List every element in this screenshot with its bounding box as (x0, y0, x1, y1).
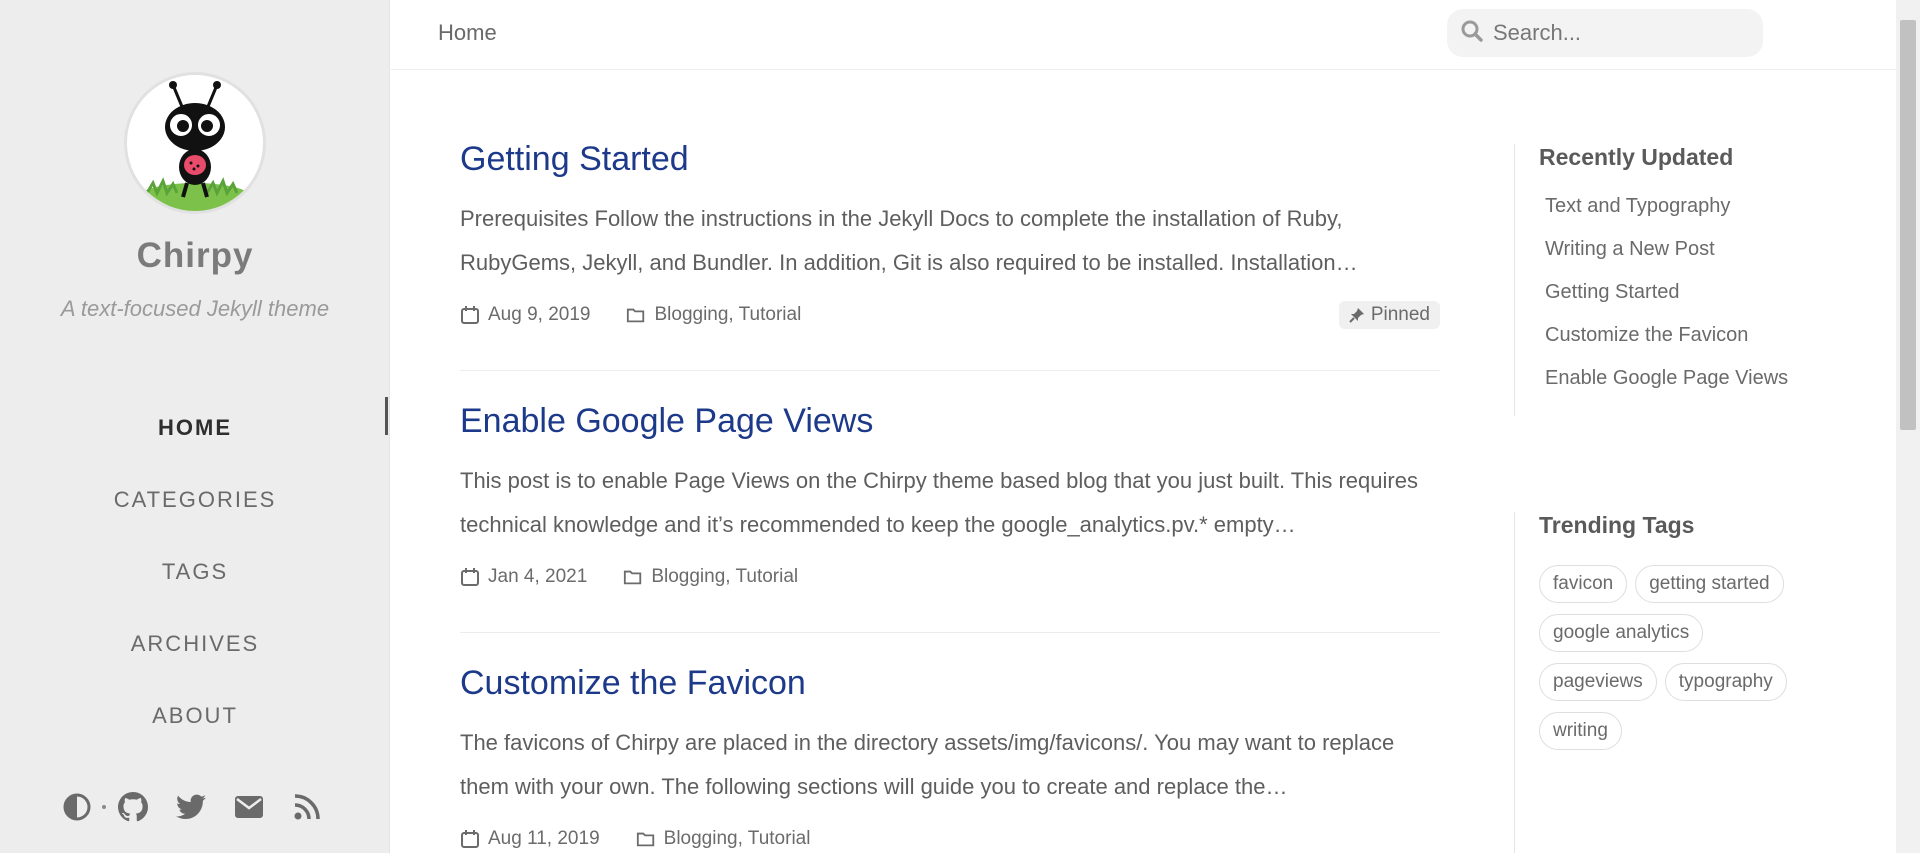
post-excerpt: This post is to enable Page Views on the… (460, 468, 1418, 537)
nav-label: CATEGORIES (113, 487, 277, 512)
search-box[interactable] (1447, 9, 1763, 57)
recent-post-link[interactable]: Writing a New Post (1539, 238, 1788, 281)
nav-item-archives[interactable]: ARCHIVES (0, 608, 390, 680)
breadcrumb[interactable]: Home (438, 20, 497, 46)
sidebar-bottom-icons (60, 790, 348, 824)
rss-icon[interactable] (290, 790, 324, 824)
email-icon[interactable] (232, 790, 266, 824)
search-input[interactable] (1493, 20, 1733, 46)
pin-icon (1349, 307, 1365, 323)
nav-label: TAGS (161, 559, 229, 584)
post-divider (460, 632, 1440, 633)
tag-chip[interactable]: google analytics (1539, 614, 1704, 652)
folder-icon (626, 305, 646, 325)
nav-label: HOME (158, 415, 232, 440)
trending-tags-title: Trending Tags (1539, 512, 1695, 538)
tag-list: favicon getting started google analytics… (1539, 565, 1819, 761)
site-subtitle: A text-focused Jekyll theme (60, 296, 330, 321)
recently-updated-title: Recently Updated (1539, 144, 1734, 170)
recently-updated-list: Text and Typography Writing a New Post G… (1539, 195, 1788, 410)
site-title[interactable]: Chirpy (0, 236, 390, 276)
post-title[interactable]: Customize the Favicon (460, 664, 1440, 703)
post-item: Getting Started Prerequisites Follow the… (460, 140, 1440, 331)
post-date: Aug 9, 2019 (488, 304, 591, 325)
recent-post-link[interactable]: Customize the Favicon (1539, 324, 1788, 367)
post-item: Customize the Favicon The favicons of Ch… (460, 664, 1440, 853)
post-title[interactable]: Enable Google Page Views (460, 402, 1440, 441)
calendar-icon (460, 305, 480, 325)
post-categories[interactable]: Blogging, Tutorial (654, 304, 801, 326)
ant-mascot-icon (139, 81, 251, 211)
scrollbar-thumb[interactable] (1900, 20, 1916, 430)
nav-item-tags[interactable]: TAGS (0, 536, 390, 608)
folder-icon (636, 829, 656, 849)
recent-post-link[interactable]: Text and Typography (1539, 195, 1788, 238)
tag-chip[interactable]: writing (1539, 712, 1622, 750)
tag-chip[interactable]: pageviews (1539, 663, 1657, 701)
nav-label: ARCHIVES (130, 631, 260, 656)
tag-chip[interactable]: getting started (1635, 565, 1784, 603)
sidebar: Chirpy A text-focused Jekyll theme HOME … (0, 0, 390, 853)
github-icon[interactable] (116, 790, 150, 824)
page-scrollbar[interactable] (1896, 0, 1920, 853)
nav-item-about[interactable]: ABOUT (0, 680, 390, 752)
tag-chip[interactable]: favicon (1539, 565, 1628, 603)
post-excerpt: The favicons of Chirpy are placed in the… (460, 730, 1395, 799)
post-date: Aug 11, 2019 (488, 828, 600, 849)
recently-updated: Recently Updated Text and Typography Wri… (1514, 144, 1788, 416)
pinned-badge: Pinned (1338, 301, 1440, 329)
recent-post-link[interactable]: Enable Google Page Views (1539, 367, 1788, 410)
avatar[interactable] (124, 72, 266, 214)
calendar-icon (460, 829, 480, 849)
separator-dot (102, 805, 106, 809)
post-meta: Jan 4, 2021 Blogging, Tutorial (460, 561, 1440, 593)
post-categories[interactable]: Blogging, Tutorial (664, 828, 811, 850)
post-excerpt: Prerequisites Follow the instructions in… (460, 206, 1358, 275)
post-title[interactable]: Getting Started (460, 140, 1440, 179)
nav-item-home[interactable]: HOME (0, 392, 390, 464)
search-icon (1461, 20, 1483, 47)
nav-item-categories[interactable]: CATEGORIES (0, 464, 390, 536)
folder-icon (623, 567, 643, 587)
post-categories[interactable]: Blogging, Tutorial (651, 566, 798, 588)
trending-tags: Trending Tags favicon getting started go… (1514, 512, 1819, 853)
sidebar-nav: HOME CATEGORIES TAGS ARCHIVES ABOUT (0, 392, 390, 752)
pinned-label: Pinned (1370, 304, 1430, 325)
post-item: Enable Google Page Views This post is to… (460, 402, 1440, 593)
post-date: Jan 4, 2021 (488, 566, 588, 587)
recent-post-link[interactable]: Getting Started (1539, 281, 1788, 324)
post-meta: Aug 9, 2019 Blogging, Tutorial Pinned (460, 299, 1440, 331)
calendar-icon (460, 567, 480, 587)
post-divider (460, 370, 1440, 371)
post-meta: Aug 11, 2019 Blogging, Tutorial (460, 823, 1440, 853)
nav-label: ABOUT (152, 703, 238, 728)
topbar: Home (391, 0, 1896, 70)
theme-toggle-icon[interactable] (60, 790, 94, 824)
twitter-icon[interactable] (174, 790, 208, 824)
tag-chip[interactable]: typography (1664, 663, 1787, 701)
